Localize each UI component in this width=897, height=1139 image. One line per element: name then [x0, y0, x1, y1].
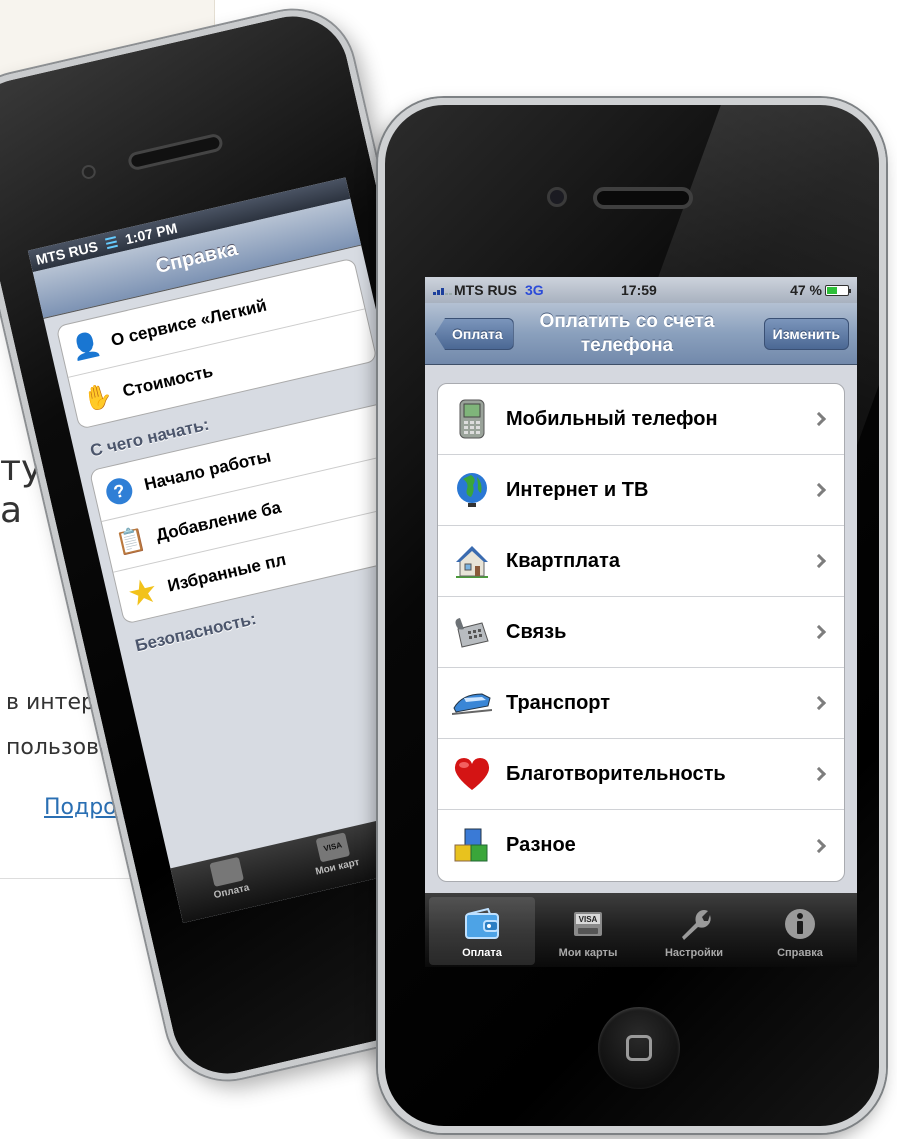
wrench-icon: [674, 905, 714, 943]
background-heading-line-2: а: [0, 490, 23, 531]
info-icon: [780, 905, 820, 943]
phone-screen: MTS RUS 3G 17:59 47 % Оплата Оплатить со…: [425, 277, 857, 967]
category-list: Мобильный телефон Интернет и ТВ Квартпла…: [437, 383, 845, 882]
status-bar: MTS RUS 3G 17:59 47 %: [425, 277, 857, 303]
front-phone: MTS RUS 3G 17:59 47 % Оплата Оплатить со…: [378, 98, 886, 1133]
chevron-right-icon: [811, 411, 827, 427]
mobile-phone-icon: [452, 399, 492, 439]
coins-hand-icon: ✋: [80, 381, 116, 415]
question-icon: ?: [100, 472, 138, 510]
status-network: 3G: [525, 282, 544, 298]
tab-label: Мои карты: [558, 947, 618, 959]
chevron-right-icon: [811, 695, 827, 711]
cards-add-icon: 📋: [113, 524, 149, 558]
globe-icon: [452, 470, 492, 510]
list-item-rent[interactable]: Квартплата: [438, 526, 844, 597]
list-item-label: Интернет и ТВ: [506, 478, 649, 501]
list-item-label: Транспорт: [506, 691, 611, 714]
page-title-line-1: Оплатить со счета: [539, 311, 715, 332]
chevron-right-icon: [811, 553, 827, 569]
wallet-icon: [209, 856, 245, 887]
desk-phone-icon: [452, 612, 492, 652]
status-time: 17:59: [621, 282, 657, 298]
list-item-label: Связь: [506, 620, 567, 643]
tab-settings[interactable]: Настройки: [641, 897, 747, 965]
nav-bar: Оплата Оплатить со счета телефона Измени…: [425, 303, 857, 365]
signal-icon: [433, 285, 452, 295]
chevron-right-icon: [811, 838, 827, 853]
back-row-label: Стоимость: [120, 361, 215, 401]
back-nav-title: Справка: [153, 237, 240, 278]
back-phone-speaker: [126, 132, 225, 172]
status-battery: 47 %: [790, 282, 851, 298]
visa-card-icon: VISA: [568, 905, 608, 943]
blocks-icon: [452, 826, 492, 866]
back-phone-camera: [80, 163, 98, 181]
back-row-label: Избранные пл: [165, 549, 288, 596]
status-carrier: MTS RUS: [454, 282, 517, 298]
list-item-charity[interactable]: Благотворительность: [438, 739, 844, 810]
star-icon: ★: [125, 573, 160, 612]
visa-card-icon: VISA: [315, 832, 351, 863]
tab-help[interactable]: Справка: [747, 897, 853, 965]
tab-label: Настройки: [664, 947, 724, 959]
user-icon: 👤: [68, 330, 104, 364]
tab-my-cards[interactable]: VISA Мои карты: [535, 897, 641, 965]
list-item-label: Квартплата: [506, 549, 620, 572]
list-item-mobile[interactable]: Мобильный телефон: [438, 384, 844, 455]
tab-payment[interactable]: Оплата: [429, 897, 535, 965]
heart-icon: [452, 754, 492, 794]
chevron-right-icon: [811, 766, 827, 782]
tab-label: Справка: [777, 947, 823, 959]
back-tab-payment[interactable]: Оплата: [170, 844, 288, 923]
list-item-label: Благотворительность: [506, 762, 726, 785]
wifi-icon: ☰: [103, 232, 120, 252]
chevron-right-icon: [811, 624, 827, 640]
front-camera: [547, 187, 567, 207]
wallet-icon: [462, 905, 502, 943]
list-item-misc[interactable]: Разное: [438, 810, 844, 881]
battery-icon: [825, 284, 851, 296]
front-speaker: [593, 187, 693, 209]
tab-label: Оплата: [462, 947, 502, 959]
list-item-label: Мобильный телефон: [506, 407, 718, 430]
list-item-internet[interactable]: Интернет и ТВ: [438, 455, 844, 526]
list-item-transport[interactable]: Транспорт: [438, 668, 844, 739]
visa-badge: VISA: [579, 915, 598, 924]
home-button[interactable]: [598, 1007, 680, 1089]
list-item-label: Разное: [506, 834, 576, 856]
battery-percent: 47 %: [790, 282, 822, 298]
home-square-icon: [626, 1035, 652, 1061]
list-item-communication[interactable]: Связь: [438, 597, 844, 668]
page-title: Оплатить со счета телефона: [521, 310, 733, 358]
edit-button[interactable]: Изменить: [763, 318, 849, 350]
chevron-right-icon: [811, 482, 827, 498]
page-title-line-2: телефона: [580, 335, 674, 356]
house-icon: [452, 541, 492, 581]
back-button[interactable]: Оплата: [435, 318, 514, 350]
train-icon: [452, 683, 492, 723]
tab-bar: Оплата VISA Мои карты Настройки Справка: [425, 893, 857, 967]
